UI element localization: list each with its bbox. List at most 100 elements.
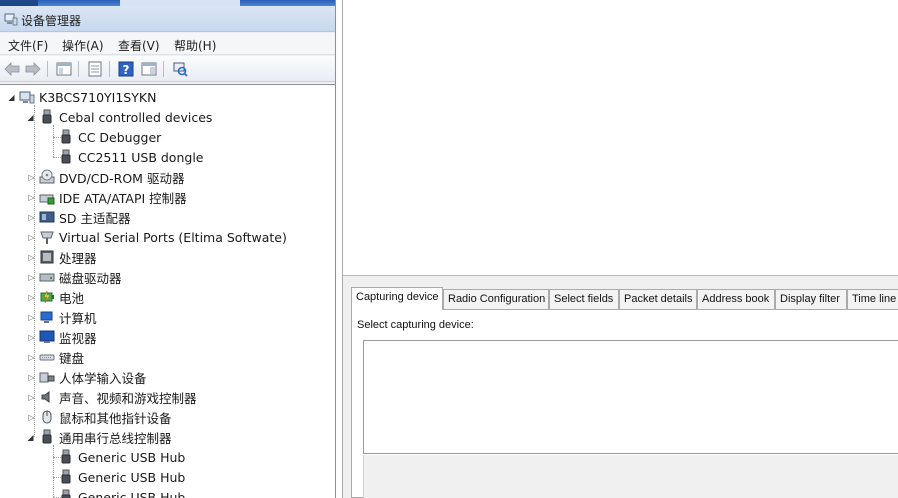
tree-item-label: IDE ATA/ATAPI 控制器: [59, 190, 187, 206]
tree-item-label: Generic USB Hub: [78, 469, 186, 485]
expand-toggle[interactable]: ▷: [27, 193, 36, 202]
title-bar[interactable]: 设备管理器: [0, 6, 335, 32]
forward-button[interactable]: [23, 59, 43, 79]
tree-category[interactable]: 电池: [39, 287, 84, 307]
device-tree[interactable]: ◢ K3BCS710YI1SYKN ◢ Cebal controlled dev…: [0, 84, 335, 498]
tree-item-label: 声音、视频和游戏控制器: [59, 390, 197, 406]
toolbar-separator: [78, 61, 79, 77]
tab-radio-configuration[interactable]: Radio Configuration: [443, 289, 549, 309]
back-button[interactable]: [2, 59, 22, 79]
tree-item-label: 电池: [59, 290, 85, 306]
tree-item-label: 人体学输入设备: [59, 370, 147, 386]
tree-root-label: K3BCS710YI1SYKN: [39, 89, 157, 105]
toolbar-separator: [109, 61, 110, 77]
expand-toggle[interactable]: ▷: [27, 353, 36, 362]
expand-toggle[interactable]: ▷: [27, 173, 36, 182]
collapse-toggle[interactable]: ◢: [26, 433, 35, 442]
tree-category[interactable]: 通用串行总线控制器: [39, 427, 172, 447]
capturing-device-list[interactable]: [363, 340, 898, 454]
toolbar: ?: [0, 56, 335, 82]
tab-strip: Capturing device Radio Configuration Sel…: [351, 287, 898, 310]
expand-toggle[interactable]: ▷: [27, 393, 36, 402]
tree-category[interactable]: 声音、视频和游戏控制器: [39, 387, 197, 407]
menu-view[interactable]: 查看(V): [116, 36, 162, 55]
usb-plug-icon: [58, 129, 74, 145]
expand-toggle[interactable]: ▷: [27, 233, 36, 242]
tree-device[interactable]: CC2511 USB dongle: [58, 147, 203, 167]
sd-adapter-icon: [39, 209, 55, 225]
properties-button[interactable]: [85, 59, 105, 79]
packet-list-pane[interactable]: [343, 0, 898, 276]
tree-item-label: Virtual Serial Ports (Eltima Softwate): [59, 229, 287, 245]
help-icon: ?: [118, 61, 134, 77]
collapse-toggle[interactable]: ◢: [26, 113, 35, 122]
expand-toggle[interactable]: ▷: [27, 213, 36, 222]
hid-icon: [39, 369, 55, 385]
tree-category[interactable]: IDE ATA/ATAPI 控制器: [39, 187, 187, 207]
usb-plug-icon: [58, 489, 74, 498]
usb-plug-icon: [39, 109, 55, 125]
menu-help[interactable]: 帮助(H): [172, 36, 218, 55]
speaker-icon: [39, 389, 55, 405]
expand-toggle[interactable]: ▷: [27, 333, 36, 342]
tree-category[interactable]: SD 主适配器: [39, 207, 131, 227]
tree-connector: [53, 445, 54, 498]
tree-category[interactable]: 处理器: [39, 247, 97, 267]
select-capturing-device-label: Select capturing device:: [357, 319, 474, 331]
tree-category[interactable]: 计算机: [39, 307, 97, 327]
usb-plug-icon: [58, 149, 74, 165]
svg-text:?: ?: [123, 63, 130, 77]
mouse-icon: [39, 409, 55, 425]
tab-select-fields[interactable]: Select fields: [549, 289, 619, 309]
properties-icon: [88, 61, 102, 77]
computer-icon: [39, 309, 55, 325]
expand-toggle[interactable]: ▷: [27, 273, 36, 282]
scan-hardware-changes-icon: [173, 62, 188, 77]
tab-packet-details[interactable]: Packet details: [619, 289, 697, 309]
menu-file[interactable]: 文件(F): [6, 36, 50, 55]
collapse-toggle[interactable]: ◢: [7, 93, 16, 102]
show-hide-tree-button[interactable]: [54, 59, 74, 79]
expand-toggle[interactable]: ▷: [27, 253, 36, 262]
expand-toggle[interactable]: ▷: [27, 413, 36, 422]
scan-hardware-button[interactable]: [170, 59, 190, 79]
tree-category[interactable]: 鼠标和其他指针设备: [39, 407, 172, 427]
action-pane-button[interactable]: [139, 59, 159, 79]
expand-toggle[interactable]: ▷: [27, 313, 36, 322]
tree-root-computer[interactable]: K3BCS710YI1SYKN: [19, 87, 156, 107]
tab-time-line[interactable]: Time line: [847, 289, 898, 309]
tree-device[interactable]: Generic USB Hub: [58, 447, 185, 467]
tree-category[interactable]: Virtual Serial Ports (Eltima Softwate): [39, 227, 287, 247]
tree-item-label: DVD/CD-ROM 驱动器: [59, 170, 185, 186]
device-manager-window: 设备管理器 文件(F) 操作(A) 查看(V) 帮助(H) ? ◢ K3BCS7…: [0, 0, 336, 498]
tree-device[interactable]: CC Debugger: [58, 127, 161, 147]
tree-category[interactable]: 键盘: [39, 347, 84, 367]
tree-device[interactable]: Generic USB Hub: [58, 487, 185, 498]
tree-category[interactable]: 人体学输入设备: [39, 367, 147, 387]
usb-plug-icon: [39, 429, 55, 445]
tab-capturing-device[interactable]: Capturing device: [351, 287, 443, 310]
tab-display-filter[interactable]: Display filter: [775, 289, 847, 309]
tree-item-label: 通用串行总线控制器: [59, 430, 172, 446]
tree-item-label: 磁盘驱动器: [59, 270, 122, 286]
battery-icon: [39, 289, 55, 305]
back-arrow-icon: [4, 62, 20, 76]
tree-item-label: Generic USB Hub: [78, 449, 186, 465]
menu-action[interactable]: 操作(A): [60, 36, 106, 55]
tree-category[interactable]: 监视器: [39, 327, 97, 347]
tree-category[interactable]: 磁盘驱动器: [39, 267, 122, 287]
tree-device[interactable]: Generic USB Hub: [58, 467, 185, 487]
expand-toggle[interactable]: ▷: [27, 373, 36, 382]
tree-category[interactable]: DVD/CD-ROM 驱动器: [39, 167, 184, 187]
desktop: 设备管理器 文件(F) 操作(A) 查看(V) 帮助(H) ? ◢ K3BCS7…: [0, 0, 898, 498]
tab-address-book[interactable]: Address book: [697, 289, 775, 309]
help-button[interactable]: ?: [116, 59, 136, 79]
forward-arrow-icon: [25, 62, 41, 76]
tree-category[interactable]: Cebal controlled devices: [39, 107, 212, 127]
expand-toggle[interactable]: ▷: [27, 293, 36, 302]
device-manager-icon: [4, 13, 18, 26]
toolbar-separator: [47, 61, 48, 77]
show-action-pane-icon: [141, 62, 157, 76]
panel-footer-area: [363, 455, 898, 498]
tree-connector: [34, 105, 35, 437]
